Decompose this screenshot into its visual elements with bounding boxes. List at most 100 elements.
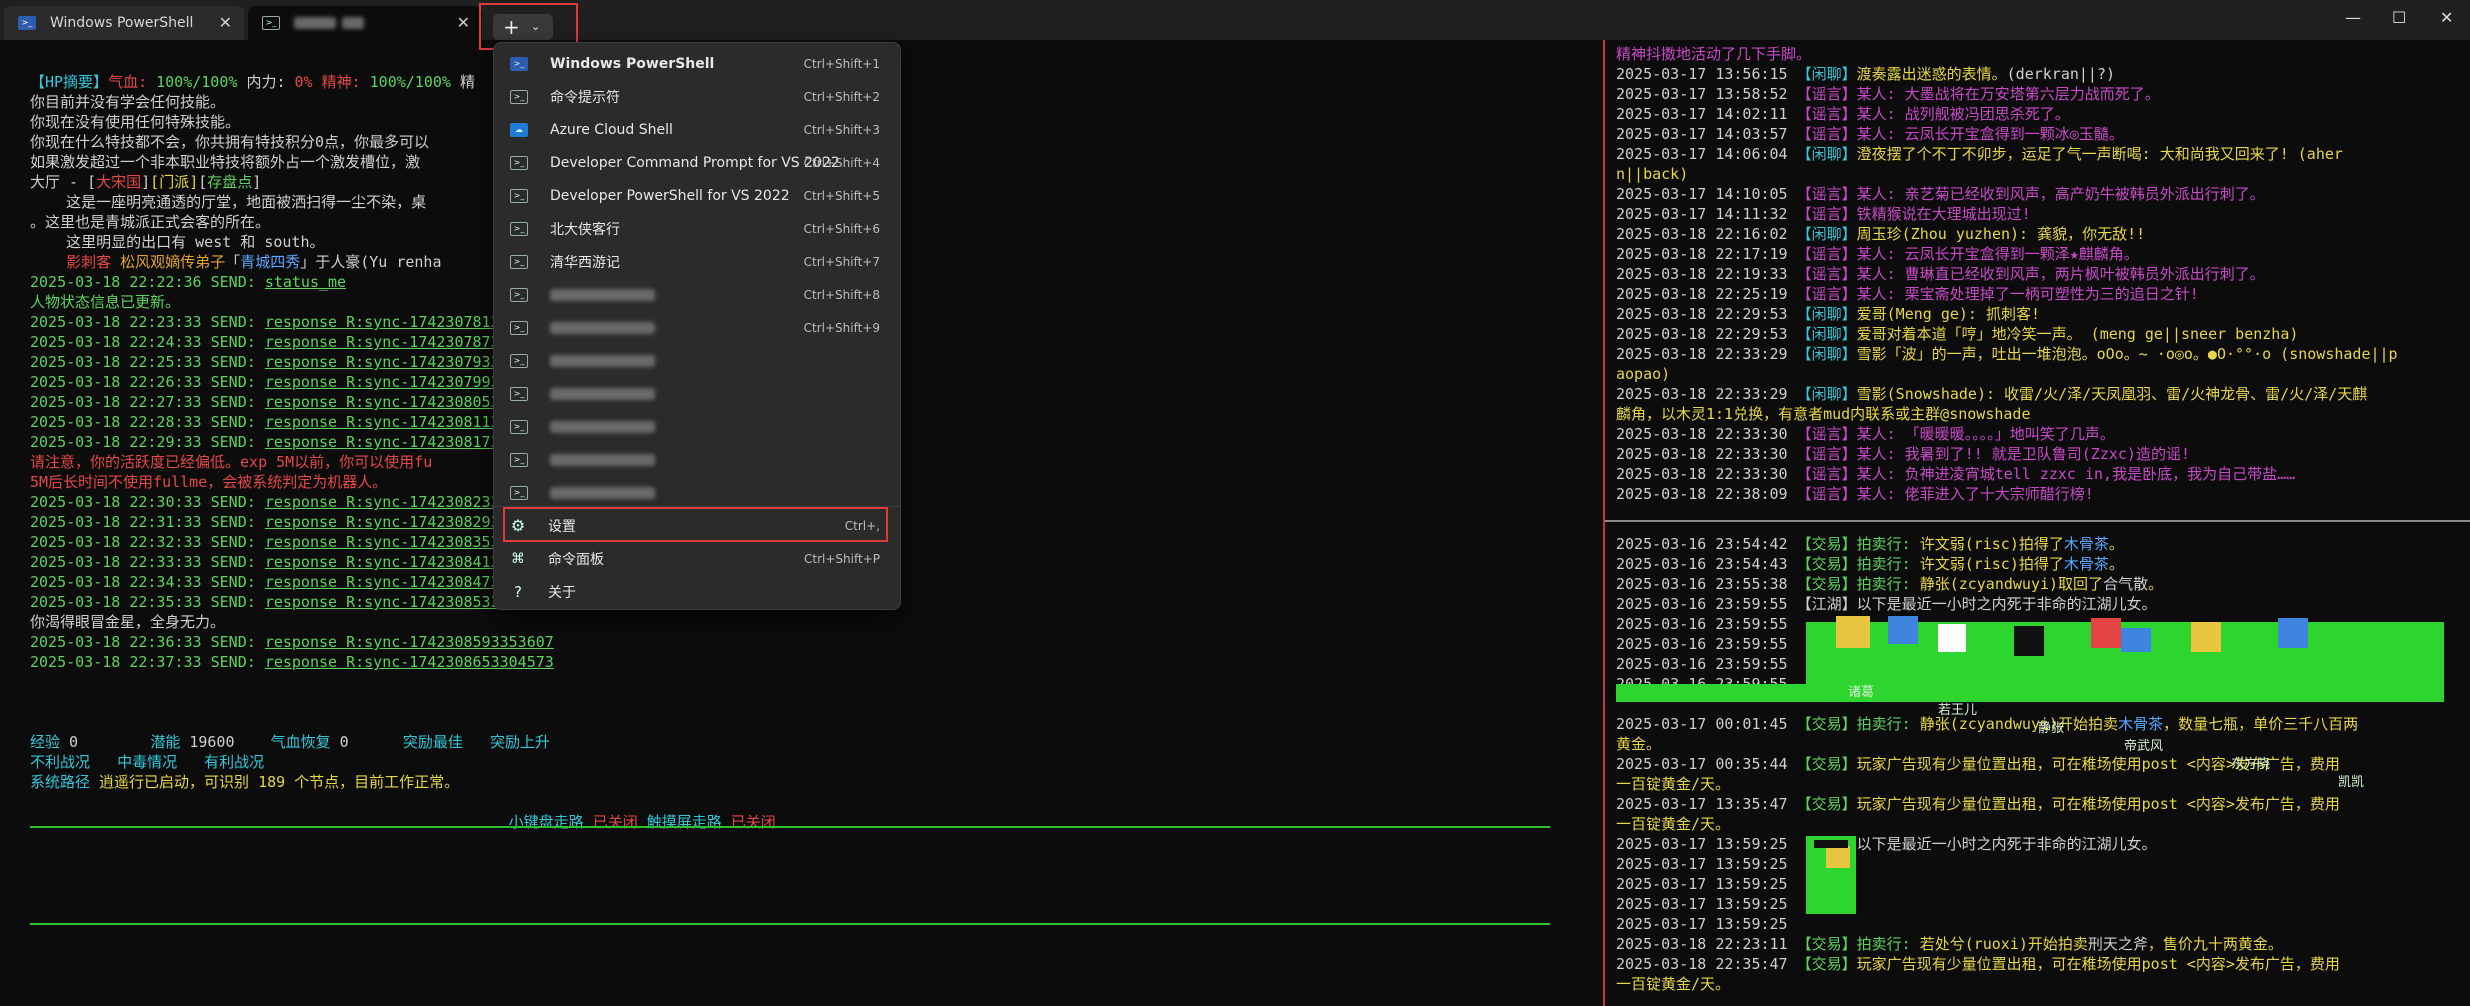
- new-tab-button[interactable]: + ⌄: [493, 14, 553, 40]
- terminal-line: 2025-03-18 22:33:30 【谣言】某人: 负神进凌宵城tell z…: [1616, 464, 2446, 484]
- pane-splitter[interactable]: [1605, 520, 2470, 522]
- terminal-text: 【谣言】某人: 栗宝斋处理掉了一柄可塑性为三的追日之针!: [1796, 285, 2199, 303]
- terminal-text: 2025-03-16 23:55:38: [1616, 575, 1797, 593]
- terminal-text: 【闲聊】: [1796, 305, 1857, 323]
- menu-item-shortcut: Ctrl+Shift+2: [803, 89, 880, 104]
- pixel-figure: [2014, 626, 2044, 656]
- terminal-line: 2025-03-17 13:59:25: [1616, 894, 2446, 914]
- blurred-label: [550, 354, 655, 367]
- terminal-text: 【交易】: [1796, 955, 1857, 973]
- terminal-line: 精神抖擞地活动了几下手脚。: [1616, 44, 2446, 64]
- menu-item-profile-1[interactable]: >_ Windows PowerShell Ctrl+Shift+1: [498, 47, 896, 80]
- menu-item-profile-4[interactable]: >_ Developer Command Prompt for VS 2022 Ct…: [498, 146, 896, 179]
- terminal-line: 2025-03-17 14:03:57 【谣言】某人: 云凤长开宝盒得到一颗冰◎…: [1616, 124, 2446, 144]
- menu-item-profile-9[interactable]: >_ Ctrl+Shift+9: [498, 311, 896, 344]
- menu-item-label: Azure Cloud Shell: [550, 121, 673, 138]
- terminal-text: 潜能: [150, 733, 190, 751]
- terminal-text: 【谣言】某人: 云凤长开宝盒得到一颗冰◎玉髓。: [1796, 125, 2124, 143]
- terminal-text: 2025-03-18 22:29:33 SEND:: [30, 433, 265, 451]
- powershell-icon: >_: [510, 56, 528, 71]
- terminal-text: 麟角，以木灵1:1兑换，有意者mud内联系或主群@snowshade: [1616, 405, 2031, 423]
- terminal-line: 2025-03-17 14:02:11 【谣言】某人: 战列舰被冯团思杀死了。: [1616, 104, 2446, 124]
- menu-item-profile-11[interactable]: >_: [498, 377, 896, 410]
- terminal-text: 青城四秀: [240, 253, 301, 271]
- chevron-down-icon[interactable]: ⌄: [531, 20, 540, 33]
- help-icon: ?: [514, 582, 522, 601]
- terminal-line: 2025-03-18 22:33:29 【闲聊】雪影(Snowshade): 收…: [1616, 384, 2446, 404]
- terminal-text: 2025-03-18 22:33:29: [1616, 385, 1797, 403]
- minimize-button[interactable]: —: [2345, 8, 2361, 27]
- terminal-text: 【谣言】某人: 曹琳直已经收到风声，两片枫叶被韩员外派出行刺了。: [1796, 265, 2265, 283]
- menu-item-command-palette[interactable]: ⌘ 命令面板 Ctrl+Shift+P: [498, 542, 896, 575]
- terminal-text: 2025-03-18 22:17:19: [1616, 245, 1797, 263]
- menu-item-label: Developer Command Prompt for VS 2022: [550, 154, 840, 171]
- powershell-icon: >_: [18, 16, 36, 30]
- terminal-text: 已关闭: [592, 813, 647, 831]
- pixart-labels: 诸葛 若王儿 静张 帝武风 东方晓 凯凯: [1848, 685, 2365, 790]
- menu-item-profile-10[interactable]: >_: [498, 344, 896, 377]
- terminal-text: 爱哥对着本道「哼」地冷笑一声。 (meng ge||sneer benzha): [1856, 325, 2299, 343]
- terminal-text: response R:sync-1742308653304573: [264, 653, 554, 671]
- pixel-figure: [1836, 616, 1870, 648]
- terminal-line: 2025-03-17 13:56:15 【闲聊】渡奏露出迷惑的表情。(derkr…: [1616, 64, 2446, 84]
- tab-windows-powershell[interactable]: >_ Windows PowerShell ✕: [4, 6, 244, 40]
- terminal-line: 2025-03-18 22:33:30 【谣言】某人: 我暑到了!! 就是卫队鲁…: [1616, 444, 2446, 464]
- close-window-button[interactable]: ✕: [2440, 8, 2453, 27]
- terminal-icon: >_: [510, 188, 528, 203]
- terminal-text: 触摸屏走路: [646, 813, 731, 831]
- menu-item-shortcut: Ctrl+Shift+P: [804, 551, 880, 566]
- terminal-text: 2025-03-17 13:59:25: [1616, 895, 1788, 913]
- terminal-text: 木骨茶: [2118, 715, 2164, 733]
- terminal-pane-right-bottom[interactable]: 2025-03-16 23:54:42 【交易】拍卖行: 许文弱(risc)拍得…: [1616, 534, 2446, 994]
- terminal-text: 【闲聊】: [1796, 145, 1857, 163]
- terminal-icon: >_: [262, 16, 280, 30]
- terminal-text: [: [198, 173, 208, 191]
- terminal-text: 2025-03-18 22:38:09: [1616, 485, 1797, 503]
- menu-item-profile-14[interactable]: >_: [498, 476, 896, 509]
- menu-item-shortcut: Ctrl+Shift+9: [803, 320, 880, 335]
- terminal-text: 100%/100%: [147, 73, 247, 91]
- terminal-text: 2025-03-16 23:54:43: [1616, 555, 1797, 573]
- menu-item-profile-2[interactable]: >_ 命令提示符 Ctrl+Shift+2: [498, 80, 896, 113]
- maximize-button[interactable]: ☐: [2392, 8, 2406, 27]
- terminal-text: 【谣言】某人: 战列舰被冯团思杀死了。: [1796, 105, 2070, 123]
- menu-item-profile-7[interactable]: >_ 清华西游记 Ctrl+Shift+7: [498, 245, 896, 278]
- terminal-text: 已关闭: [730, 813, 776, 831]
- terminal-text: response R:sync-17423078130: [264, 313, 509, 331]
- menu-item-profile-3[interactable]: ☁ Azure Cloud Shell Ctrl+Shift+3: [498, 113, 896, 146]
- blurred-label: [550, 387, 655, 400]
- tab-active-session[interactable]: >_ ✕: [248, 6, 482, 40]
- menu-item-profile-8[interactable]: >_ Ctrl+Shift+8: [498, 278, 896, 311]
- menu-item-about[interactable]: ? 关于: [498, 575, 896, 608]
- terminal-text: 2025-03-17 00:01:45: [1616, 715, 1797, 733]
- terminal-text: 雪影「波」的一声，吐出一堆泡泡。oOo。~ ·o◎o。●O·°°·o (snow…: [1856, 345, 2398, 363]
- terminal-text: 。: [2108, 535, 2124, 553]
- title-bar: >_ Windows PowerShell ✕ >_ ✕ + ⌄ — ☐ ✕: [0, 0, 2470, 50]
- menu-item-profile-13[interactable]: >_: [498, 443, 896, 476]
- terminal-icon: >_: [510, 485, 528, 500]
- pane-splitter[interactable]: [1603, 40, 1605, 1006]
- terminal-text: 如果激发超过一个非本职业特技将额外占一个激发槽位，激: [30, 153, 421, 171]
- terminal-text: 木骨茶: [2063, 555, 2109, 573]
- terminal-line: 2025-03-17 13:35:47 【交易】玩家广告现有少量位置出租，可在稚…: [1616, 794, 2446, 814]
- menu-item-profile-6[interactable]: >_ 北大侠客行 Ctrl+Shift+6: [498, 212, 896, 245]
- terminal-text: 【谣言】某人: 我暑到了!! 就是卫队鲁司(Zzxc)造的谣!: [1796, 445, 2190, 463]
- terminal-text: 2025-03-18 22:33:33 SEND:: [30, 553, 265, 571]
- terminal-pane-right-top[interactable]: 精神抖擞地活动了几下手脚。 2025-03-17 13:56:15 【闲聊】渡奏露…: [1616, 44, 2446, 504]
- terminal-text: 影刺客: [66, 253, 121, 271]
- close-icon[interactable]: ✕: [219, 13, 232, 32]
- terminal-line: 2025-03-18 22:33:29 【闲聊】雪影「波」的一声，吐出一堆泡泡。…: [1616, 344, 2446, 364]
- terminal-line: 2025-03-18 22:25:19 【谣言】某人: 栗宝斋处理掉了一柄可塑性…: [1616, 284, 2446, 304]
- menu-item-label: Windows PowerShell: [550, 55, 715, 72]
- terminal-text: 2025-03-17 14:02:11: [1616, 105, 1797, 123]
- settings-highlight: [503, 507, 888, 542]
- tab-label-blurred: [294, 17, 336, 29]
- menu-item-profile-5[interactable]: >_ Developer PowerShell for VS 2022 Ctrl+S…: [498, 179, 896, 212]
- terminal-icon: >_: [510, 320, 528, 335]
- terminal-text: 精神:: [321, 73, 361, 91]
- menu-item-profile-12[interactable]: >_: [498, 410, 896, 443]
- close-icon[interactable]: ✕: [457, 13, 470, 32]
- terminal-text: 松风观嫡传弟子: [120, 253, 226, 271]
